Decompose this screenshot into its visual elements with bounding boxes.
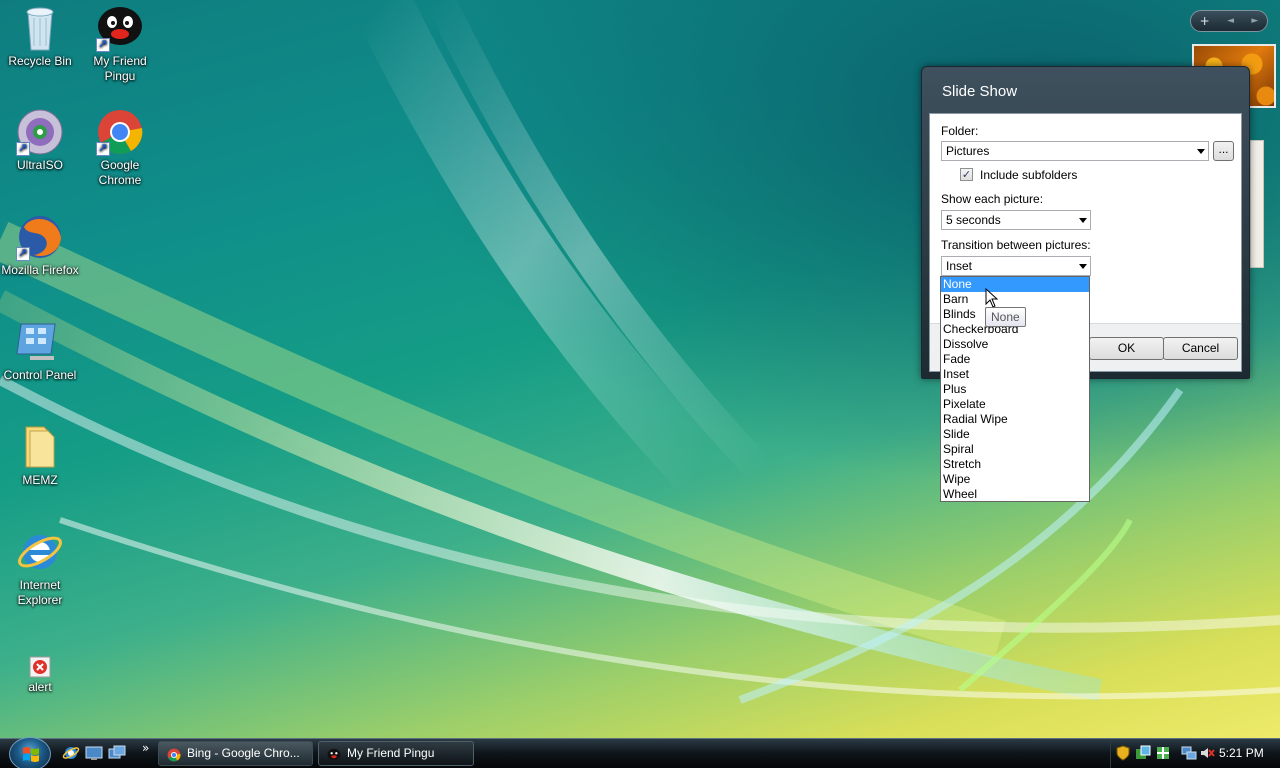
chevron-down-icon xyxy=(1079,218,1087,223)
disc-icon: ↗ xyxy=(16,108,64,156)
chevron-down-icon xyxy=(1197,149,1205,154)
tooltip: None xyxy=(985,307,1026,327)
start-button[interactable] xyxy=(9,737,51,768)
shield-icon[interactable] xyxy=(1115,745,1131,761)
transition-value: Inset xyxy=(946,259,973,273)
quicklaunch-show-desktop-icon[interactable] xyxy=(85,744,103,762)
desktop-icon-label: MEMZ xyxy=(22,473,58,487)
include-subfolders-checkbox[interactable]: ✓ xyxy=(960,168,973,181)
show-each-picture-value: 5 seconds xyxy=(946,213,1001,227)
shortcut-arrow-icon: ↗ xyxy=(96,38,110,52)
desktop-icon-internet-explorer[interactable]: Internet Explorer xyxy=(0,528,80,608)
dropdown-option-wheel[interactable]: Wheel xyxy=(941,487,1089,502)
firefox-icon: ↗ xyxy=(16,213,64,261)
dropdown-option-pixelate[interactable]: Pixelate xyxy=(941,397,1089,412)
desktop-icon-google-chrome[interactable]: ↗ Google Chrome xyxy=(80,108,160,188)
pingu-icon: ↗ xyxy=(96,4,144,52)
internet-explorer-icon xyxy=(16,528,64,576)
desktop-icon-label: Internet Explorer xyxy=(17,578,63,607)
next-gadget-button[interactable]: ► xyxy=(1251,16,1258,26)
folder-value: Pictures xyxy=(946,144,990,158)
desktop-icon-ultraiso[interactable]: ↗ UltraISO xyxy=(0,108,80,173)
chevron-down-icon xyxy=(1079,264,1087,269)
desktop-icon-label: Mozilla Firefox xyxy=(1,263,79,277)
add-gadget-button[interactable]: + xyxy=(1200,14,1210,28)
control-panel-icon xyxy=(16,318,64,366)
gadget-edge xyxy=(1250,140,1264,268)
security-center-icon[interactable] xyxy=(1155,745,1171,761)
transition-label: Transition between pictures: xyxy=(941,238,1091,252)
desktop-icon-mozilla-firefox[interactable]: ↗ Mozilla Firefox xyxy=(0,213,80,278)
desktop-icon-label: UltraISO xyxy=(16,158,63,172)
desktop-icon-memz[interactable]: MEMZ xyxy=(0,423,80,488)
quicklaunch-more-button[interactable]: » xyxy=(142,741,149,755)
taskbar-clock[interactable]: 5:21 PM xyxy=(1219,746,1264,760)
taskbar-button-my-friend-pingu[interactable]: My Friend Pingu xyxy=(318,741,474,766)
shortcut-arrow-icon: ↗ xyxy=(16,142,30,156)
dropdown-option-barn[interactable]: Barn xyxy=(941,292,1089,307)
show-each-picture-label: Show each picture: xyxy=(941,192,1044,206)
pingu-icon xyxy=(327,747,341,761)
dropdown-option-fade[interactable]: Fade xyxy=(941,352,1089,367)
dropdown-option-wipe[interactable]: Wipe xyxy=(941,472,1089,487)
dropdown-option-plus[interactable]: Plus xyxy=(941,382,1089,397)
error-icon xyxy=(29,656,51,678)
desktop-icon-my-friend-pingu[interactable]: ↗ My Friend Pingu xyxy=(80,4,160,84)
folder-combobox[interactable]: Pictures xyxy=(941,141,1209,161)
desktop-icon-label: Google Chrome xyxy=(98,158,142,187)
update-icon[interactable] xyxy=(1135,745,1151,761)
desktop-icon-control-panel[interactable]: Control Panel xyxy=(0,318,80,383)
chrome-icon xyxy=(167,747,181,762)
desktop-icon-label: Recycle Bin xyxy=(8,54,72,68)
dropdown-option-spiral[interactable]: Spiral xyxy=(941,442,1089,457)
taskbar-button-chrome[interactable]: Bing - Google Chro... xyxy=(158,741,313,766)
browse-button[interactable]: ... xyxy=(1213,141,1234,161)
dropdown-option-stretch[interactable]: Stretch xyxy=(941,457,1089,472)
recycle-bin-icon xyxy=(16,4,64,52)
dropdown-option-none[interactable]: None xyxy=(941,277,1089,292)
dialog-title: Slide Show xyxy=(942,83,1018,100)
taskbar-button-label: Bing - Google Chro... xyxy=(187,746,300,760)
include-subfolders-label: Include subfolders xyxy=(980,168,1078,182)
shortcut-arrow-icon: ↗ xyxy=(16,247,30,261)
previous-gadget-button[interactable]: ◄ xyxy=(1227,16,1234,26)
ok-button[interactable]: OK xyxy=(1089,337,1164,360)
folder-label: Folder: xyxy=(941,124,979,138)
dropdown-option-radial-wipe[interactable]: Radial Wipe xyxy=(941,412,1089,427)
shortcut-arrow-icon: ↗ xyxy=(96,142,110,156)
desktop-icon-label: Control Panel xyxy=(3,368,77,382)
desktop-icon-alert[interactable]: alert xyxy=(0,656,80,695)
cancel-button[interactable]: Cancel xyxy=(1163,337,1238,360)
taskbar-button-label: My Friend Pingu xyxy=(347,746,435,760)
desktop-icon-recycle-bin[interactable]: Recycle Bin xyxy=(0,4,80,69)
dropdown-option-slide[interactable]: Slide xyxy=(941,427,1089,442)
network-icon[interactable] xyxy=(1181,745,1197,761)
folder-icon xyxy=(16,423,64,471)
quicklaunch-switch-windows-icon[interactable] xyxy=(108,744,126,762)
volume-muted-icon[interactable] xyxy=(1199,745,1215,761)
sidebar-gadget-controls: + ◄ ► xyxy=(1190,10,1268,32)
quicklaunch-internet-explorer-icon[interactable] xyxy=(62,744,80,762)
desktop-icon-label: My Friend Pingu xyxy=(93,54,147,83)
transition-combobox[interactable]: Inset xyxy=(941,256,1091,276)
dropdown-option-inset[interactable]: Inset xyxy=(941,367,1089,382)
show-each-picture-combobox[interactable]: 5 seconds xyxy=(941,210,1091,230)
chrome-icon: ↗ xyxy=(96,108,144,156)
dropdown-option-dissolve[interactable]: Dissolve xyxy=(941,337,1089,352)
desktop-icon-label: alert xyxy=(28,680,52,694)
windows-logo-icon xyxy=(23,747,39,762)
